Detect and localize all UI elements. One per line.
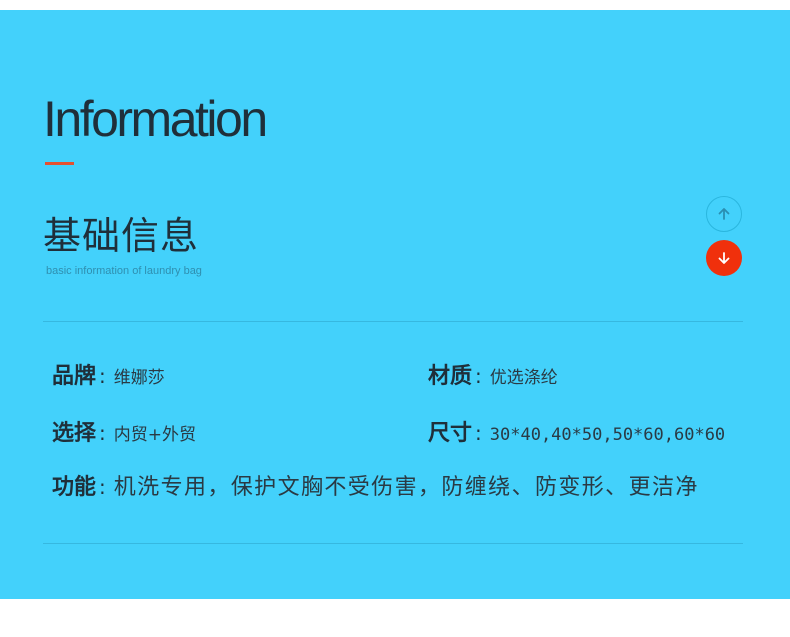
section-subtitle: 基础信息: [43, 214, 200, 258]
spec-size-label: 尺寸: [428, 421, 473, 446]
spec-size-value: 30*40,40*50,50*60,60*60: [489, 425, 726, 445]
arrow-down-icon: [718, 252, 730, 264]
spec-option-value: 内贸+外贸: [113, 425, 197, 445]
spec-separator: :: [99, 421, 106, 445]
spec-function-label: 功能: [52, 475, 97, 500]
divider-top: [43, 321, 743, 322]
spec-separator: :: [475, 421, 482, 445]
spec-separator: :: [99, 475, 106, 499]
section-title: Information: [43, 91, 268, 147]
spec-option-label: 选择: [52, 421, 97, 446]
arrow-up-icon: [718, 208, 730, 220]
spec-separator: :: [475, 364, 482, 388]
accent-line: [45, 162, 74, 165]
scroll-down-button[interactable]: [706, 240, 742, 276]
info-panel: Information 基础信息 basic information of la…: [0, 10, 790, 599]
scroll-up-button[interactable]: [706, 196, 742, 232]
divider-bottom: [43, 543, 743, 544]
spec-brand: 品牌 : 维娜莎: [52, 358, 165, 390]
spec-material-value: 优选涤纶: [489, 368, 558, 388]
spec-option: 选择 : 内贸+外贸: [52, 415, 196, 447]
spec-brand-label: 品牌: [52, 364, 97, 389]
spec-material-label: 材质: [428, 364, 473, 389]
section-caption: basic information of laundry bag: [46, 265, 202, 277]
spec-brand-value: 维娜莎: [113, 368, 165, 388]
spec-separator: :: [99, 364, 106, 388]
spec-function: 功能 : 机洗专用，保护文胸不受伤害，防缠绕、防变形、更洁净: [52, 469, 699, 501]
spec-size: 尺寸 : 30*40,40*50,50*60,60*60: [428, 415, 725, 447]
spec-function-value: 机洗专用，保护文胸不受伤害，防缠绕、防变形、更洁净: [113, 475, 699, 500]
spec-material: 材质 : 优选涤纶: [428, 358, 558, 390]
